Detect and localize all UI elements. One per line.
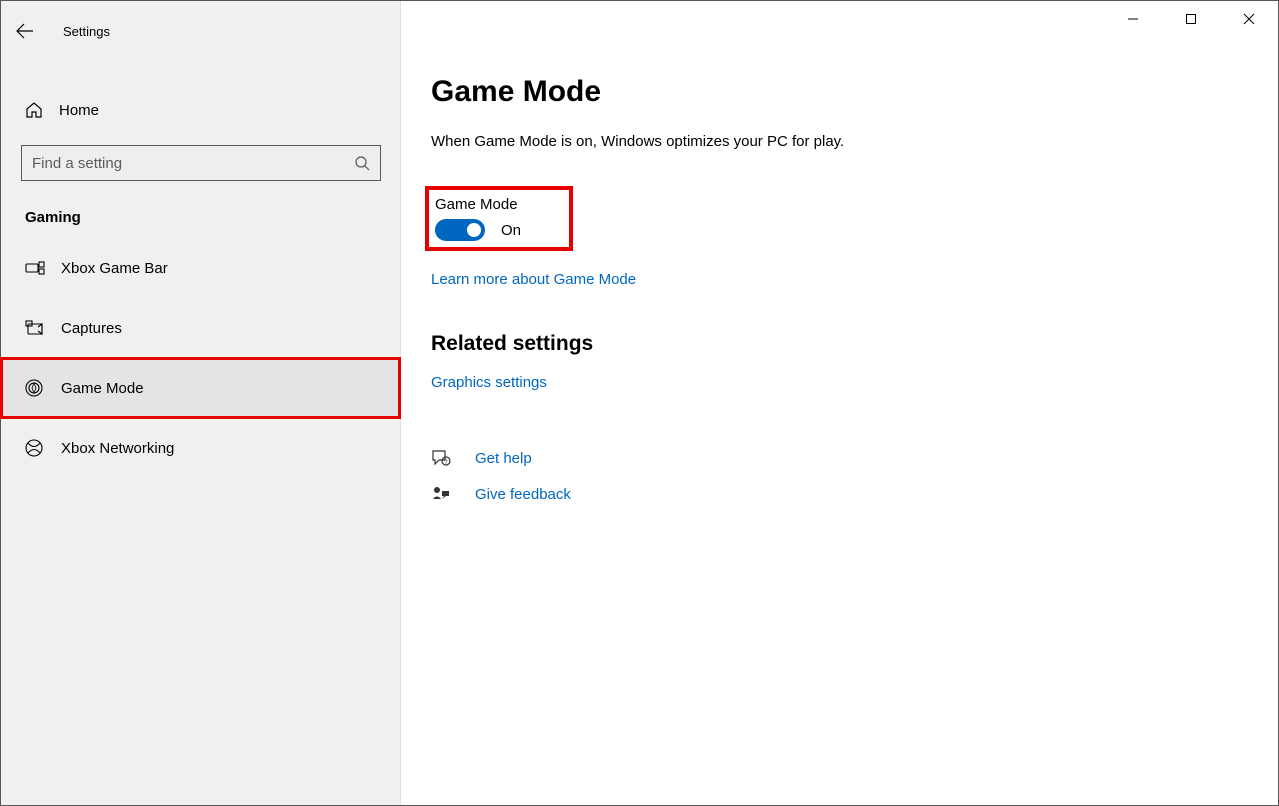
feedback-icon xyxy=(431,485,453,503)
xbox-networking-icon xyxy=(25,439,47,457)
window-controls xyxy=(1104,1,1278,37)
maximize-icon xyxy=(1185,13,1197,25)
learn-more-link[interactable]: Learn more about Game Mode xyxy=(431,271,636,288)
window-title: Settings xyxy=(63,24,110,39)
sidebar-section-title: Gaming xyxy=(1,181,400,238)
game-mode-toggle-block: Game Mode On xyxy=(425,186,573,251)
page-description: When Game Mode is on, Windows optimizes … xyxy=(431,133,1278,150)
sidebar-item-game-mode[interactable]: Game Mode xyxy=(1,358,400,418)
captures-icon xyxy=(25,320,47,336)
toggle-state-text: On xyxy=(501,222,521,239)
related-settings-heading: Related settings xyxy=(431,332,1278,356)
help-icon: ? xyxy=(431,449,453,467)
content: Game Mode When Game Mode is on, Windows … xyxy=(401,9,1278,503)
nav-label: Captures xyxy=(61,320,122,337)
search-icon xyxy=(354,155,370,171)
search-wrap xyxy=(21,145,380,181)
close-button[interactable] xyxy=(1220,1,1278,37)
sidebar-item-xbox-networking[interactable]: Xbox Networking xyxy=(1,418,400,478)
back-button[interactable] xyxy=(5,13,45,49)
xbox-game-bar-icon xyxy=(25,260,47,276)
game-mode-icon xyxy=(25,379,47,397)
get-help-link[interactable]: Get help xyxy=(475,450,532,467)
nav-label: Game Mode xyxy=(61,380,144,397)
sidebar-top: Settings xyxy=(1,1,400,61)
nav-label: Xbox Networking xyxy=(61,440,174,457)
minimize-icon xyxy=(1127,13,1139,25)
sidebar-home[interactable]: Home xyxy=(1,91,400,129)
toggle-label: Game Mode xyxy=(435,196,521,213)
graphics-settings-link[interactable]: Graphics settings xyxy=(431,374,547,391)
give-feedback-row: Give feedback xyxy=(431,485,1278,503)
home-icon xyxy=(25,101,47,119)
close-icon xyxy=(1243,13,1255,25)
search-box[interactable] xyxy=(21,145,381,181)
toggle-row: On xyxy=(435,219,521,241)
game-mode-toggle[interactable] xyxy=(435,219,485,241)
search-input[interactable] xyxy=(32,155,354,172)
back-arrow-icon xyxy=(16,22,34,40)
toggle-knob xyxy=(467,223,481,237)
home-label: Home xyxy=(59,102,99,119)
get-help-row: ? Get help xyxy=(431,449,1278,467)
sidebar-item-xbox-game-bar[interactable]: Xbox Game Bar xyxy=(1,238,400,298)
sidebar-item-captures[interactable]: Captures xyxy=(1,298,400,358)
main-content: Game Mode When Game Mode is on, Windows … xyxy=(401,1,1278,805)
nav-label: Xbox Game Bar xyxy=(61,260,168,277)
page-title: Game Mode xyxy=(431,75,1278,109)
minimize-button[interactable] xyxy=(1104,1,1162,37)
give-feedback-link[interactable]: Give feedback xyxy=(475,486,571,503)
maximize-button[interactable] xyxy=(1162,1,1220,37)
sidebar: Settings Home Gaming Xbox Game Bar Captu… xyxy=(1,1,401,805)
